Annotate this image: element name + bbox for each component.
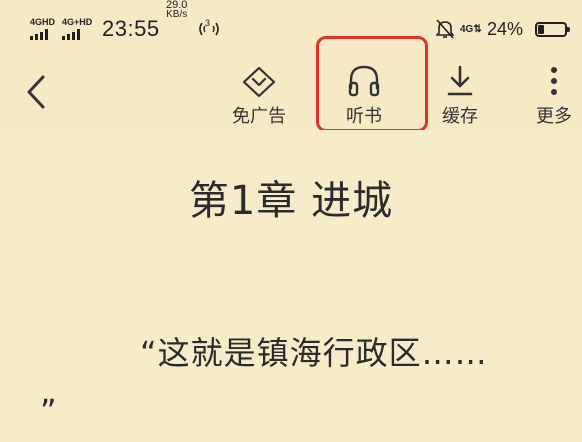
cache-button[interactable]: 缓存 bbox=[436, 58, 484, 130]
paragraph-text: “这就是镇海行政区…… bbox=[140, 334, 488, 372]
headphones-icon bbox=[348, 65, 380, 97]
status-bar: 4GHD 4G+HD 23:55 29.0 KB/s 3 4G⇅ 24% bbox=[0, 0, 582, 58]
more-label: 更多 bbox=[536, 106, 572, 127]
signal-sim2-label: 4G+HD bbox=[62, 17, 93, 27]
more-vertical-icon bbox=[551, 67, 557, 95]
diamond-chevron-icon bbox=[242, 66, 276, 98]
listen-book-button[interactable]: 听书 bbox=[334, 58, 394, 130]
signal-strength-sim2: 4G+HD bbox=[62, 0, 92, 58]
download-icon bbox=[447, 65, 473, 96]
signal-sim1-label: 4GHD bbox=[30, 17, 56, 27]
more-button[interactable]: 更多 bbox=[530, 58, 578, 130]
chevron-left-icon bbox=[27, 75, 45, 109]
no-ads-button[interactable]: 免广告 bbox=[226, 58, 292, 130]
network-speed: 29.0 KB/s bbox=[166, 0, 187, 58]
cache-label: 缓存 bbox=[442, 106, 478, 127]
mobile-data-indicator: 4G⇅ bbox=[460, 23, 482, 35]
battery-percent: 24% bbox=[487, 18, 524, 39]
battery-fill bbox=[538, 24, 544, 34]
reader-content[interactable]: 第1章 进城 “这就是镇海行政区…… ” bbox=[0, 130, 582, 442]
reader-toolbar: 免广告 听书 缓存 更多 bbox=[0, 58, 582, 130]
no-ads-label: 免广告 bbox=[232, 106, 286, 127]
network-speed-unit: KB/s bbox=[166, 9, 188, 20]
alarm-off-icon bbox=[436, 0, 454, 58]
back-button[interactable] bbox=[14, 70, 58, 114]
hotspot-badge: 3 bbox=[205, 18, 211, 28]
paragraph-close-quote: ” bbox=[40, 392, 57, 430]
listen-book-label: 听书 bbox=[346, 106, 382, 127]
clock: 23:55 bbox=[102, 16, 160, 41]
battery-icon bbox=[535, 0, 570, 58]
signal-bars-icon bbox=[30, 29, 48, 40]
chapter-title: 第1章 进城 bbox=[188, 178, 394, 224]
signal-bars-icon bbox=[62, 29, 80, 40]
hotspot-icon: 3 bbox=[198, 0, 220, 58]
signal-strength-sim1: 4GHD bbox=[30, 0, 55, 58]
